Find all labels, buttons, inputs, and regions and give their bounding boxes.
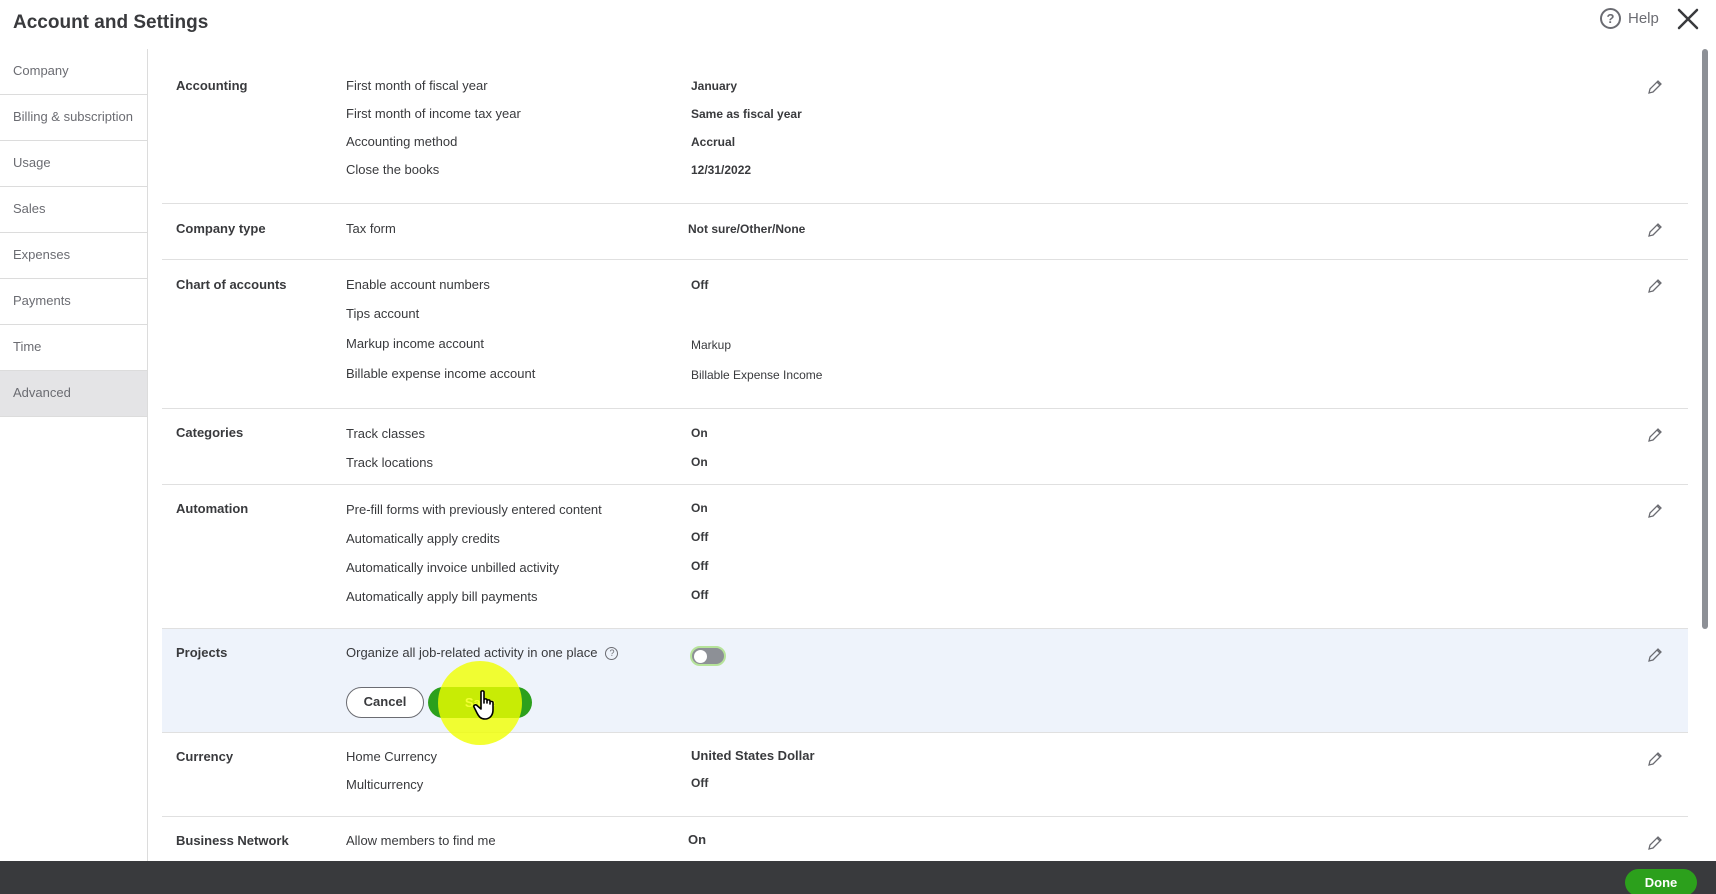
section-projects: Projects Organize all job-related activi… xyxy=(162,629,1688,745)
row-value: 12/31/2022 xyxy=(691,163,752,177)
row-value: Off xyxy=(691,530,709,544)
section-title: Projects xyxy=(176,645,228,660)
row-value: On xyxy=(691,426,708,440)
row-label: Automatically apply bill payments xyxy=(346,589,538,604)
row-label: Track classes xyxy=(346,426,425,441)
sidebar-item-expenses[interactable]: Expenses xyxy=(0,233,147,279)
section-title: Currency xyxy=(176,749,234,764)
pencil-icon[interactable] xyxy=(1646,834,1664,852)
section-title: Accounting xyxy=(176,78,248,93)
row-label: Organize all job-related activity in one… xyxy=(346,645,619,660)
row-label: Accounting method xyxy=(346,134,458,149)
pencil-icon[interactable] xyxy=(1646,78,1664,96)
cancel-button[interactable]: Cancel xyxy=(346,687,424,718)
row-value: Off xyxy=(691,278,709,292)
row-label: Allow members to find me xyxy=(346,833,496,848)
row-label: Tax form xyxy=(346,221,396,236)
question-mark-icon[interactable]: ? xyxy=(605,646,619,660)
row-value: January xyxy=(691,79,738,93)
section-accounting: Accounting First month of fiscal year Ja… xyxy=(162,49,1688,204)
row-label: Home Currency xyxy=(346,749,438,764)
sidebar-item-time[interactable]: Time xyxy=(0,325,147,371)
help-label: Help xyxy=(1628,10,1659,27)
settings-sidebar: Company Billing & subscription Usage Sal… xyxy=(0,49,148,861)
save-button[interactable]: Save xyxy=(428,687,532,718)
row-label: Automatically invoice unbilled activity xyxy=(346,560,560,575)
sidebar-item-billing[interactable]: Billing & subscription xyxy=(0,95,147,141)
section-title: Categories xyxy=(176,425,244,440)
pencil-icon[interactable] xyxy=(1646,750,1664,768)
section-currency: Currency Home Currency United States Dol… xyxy=(162,733,1688,817)
pencil-icon[interactable] xyxy=(1646,426,1664,444)
section-categories: Categories Track classes On Track locati… xyxy=(162,409,1688,485)
page-title: Account and Settings xyxy=(13,12,209,33)
row-value: On xyxy=(688,832,707,847)
row-label: First month of income tax year xyxy=(346,106,521,121)
row-value: Same as fiscal year xyxy=(691,107,802,121)
row-value: Accrual xyxy=(691,135,736,149)
projects-toggle[interactable] xyxy=(690,646,726,666)
row-value: Off xyxy=(691,588,709,602)
row-value: Not sure/Other/None xyxy=(688,222,806,236)
row-value: Billable Expense Income xyxy=(691,368,823,382)
pencil-icon[interactable] xyxy=(1646,646,1664,664)
section-automation: Automation Pre-fill forms with previousl… xyxy=(162,485,1688,629)
row-label: Multicurrency xyxy=(346,777,424,792)
row-value: Off xyxy=(691,776,709,790)
row-value: On xyxy=(691,455,708,469)
pencil-icon[interactable] xyxy=(1646,502,1664,520)
sidebar-item-usage[interactable]: Usage xyxy=(0,141,147,187)
row-label: Pre-fill forms with previously entered c… xyxy=(346,502,602,517)
row-value: Markup xyxy=(691,338,732,352)
section-title: Business Network xyxy=(176,833,289,848)
pencil-icon[interactable] xyxy=(1646,221,1664,239)
row-label: First month of fiscal year xyxy=(346,78,488,93)
row-label: Markup income account xyxy=(346,336,485,351)
pencil-icon[interactable] xyxy=(1646,277,1664,295)
sidebar-item-advanced[interactable]: Advanced xyxy=(0,371,147,417)
section-title: Automation xyxy=(176,501,249,516)
row-label: Automatically apply credits xyxy=(346,531,500,546)
row-label: Billable expense income account xyxy=(346,366,536,381)
row-label: Enable account numbers xyxy=(346,277,490,292)
section-business-network: Business Network Allow members to find m… xyxy=(162,817,1688,861)
row-value: On xyxy=(691,501,708,515)
section-title: Chart of accounts xyxy=(176,277,287,292)
row-label: Tips account xyxy=(346,306,420,321)
section-chart-of-accounts: Chart of accounts Enable account numbers… xyxy=(162,260,1688,409)
projects-row-label: Organize all job-related activity in one… xyxy=(346,645,598,660)
footer-bar: Done xyxy=(0,861,1716,894)
row-value: Off xyxy=(691,559,709,573)
row-value: United States Dollar xyxy=(691,748,815,763)
sidebar-item-payments[interactable]: Payments xyxy=(0,279,147,325)
settings-window: Account and Settings ? Help Company Bill… xyxy=(0,0,1716,894)
help-circle-icon: ? xyxy=(1600,8,1621,29)
section-title: Company type xyxy=(176,221,266,236)
toggle-knob xyxy=(694,650,707,663)
close-icon[interactable] xyxy=(1674,5,1702,33)
sidebar-item-company[interactable]: Company xyxy=(0,49,147,95)
scrollbar[interactable] xyxy=(1702,49,1708,629)
sidebar-item-sales[interactable]: Sales xyxy=(0,187,147,233)
help-button[interactable]: ? Help xyxy=(1600,8,1659,29)
row-label: Close the books xyxy=(346,162,440,177)
row-label: Track locations xyxy=(346,455,433,470)
settings-content: Accounting First month of fiscal year Ja… xyxy=(162,49,1688,861)
done-button[interactable]: Done xyxy=(1625,869,1697,894)
section-company-type: Company type Tax form Not sure/Other/Non… xyxy=(162,204,1688,260)
